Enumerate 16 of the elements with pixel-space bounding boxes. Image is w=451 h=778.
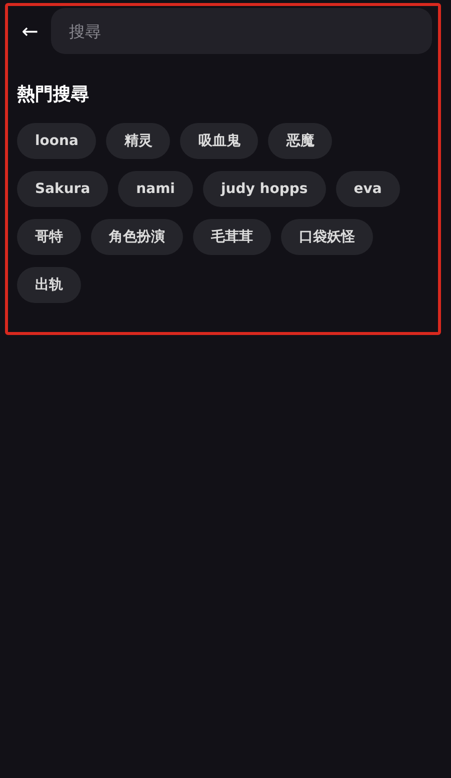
tag-chip[interactable]: loona bbox=[17, 123, 96, 159]
tag-chip[interactable]: 毛茸茸 bbox=[193, 219, 271, 255]
tag-chip[interactable]: 吸血鬼 bbox=[180, 123, 258, 159]
tag-chip[interactable]: 口袋妖怪 bbox=[281, 219, 373, 255]
tag-chip[interactable]: judy hopps bbox=[202, 171, 326, 207]
search-field[interactable]: 搜尋 bbox=[51, 8, 432, 54]
tag-chip[interactable]: 角色扮演 bbox=[91, 219, 183, 255]
tag-chip[interactable]: Sakura bbox=[17, 171, 108, 207]
tag-chip[interactable]: 出轨 bbox=[17, 267, 81, 303]
tag-chip[interactable]: nami bbox=[118, 171, 193, 207]
tag-chip[interactable]: 恶魔 bbox=[268, 123, 332, 159]
tag-chip[interactable]: 精灵 bbox=[106, 123, 170, 159]
back-button[interactable]: ← bbox=[17, 21, 43, 41]
section-title: 熱門搜尋 bbox=[17, 83, 90, 107]
tag-chip[interactable]: eva bbox=[336, 171, 400, 207]
tag-chip[interactable]: 哥特 bbox=[17, 219, 81, 255]
